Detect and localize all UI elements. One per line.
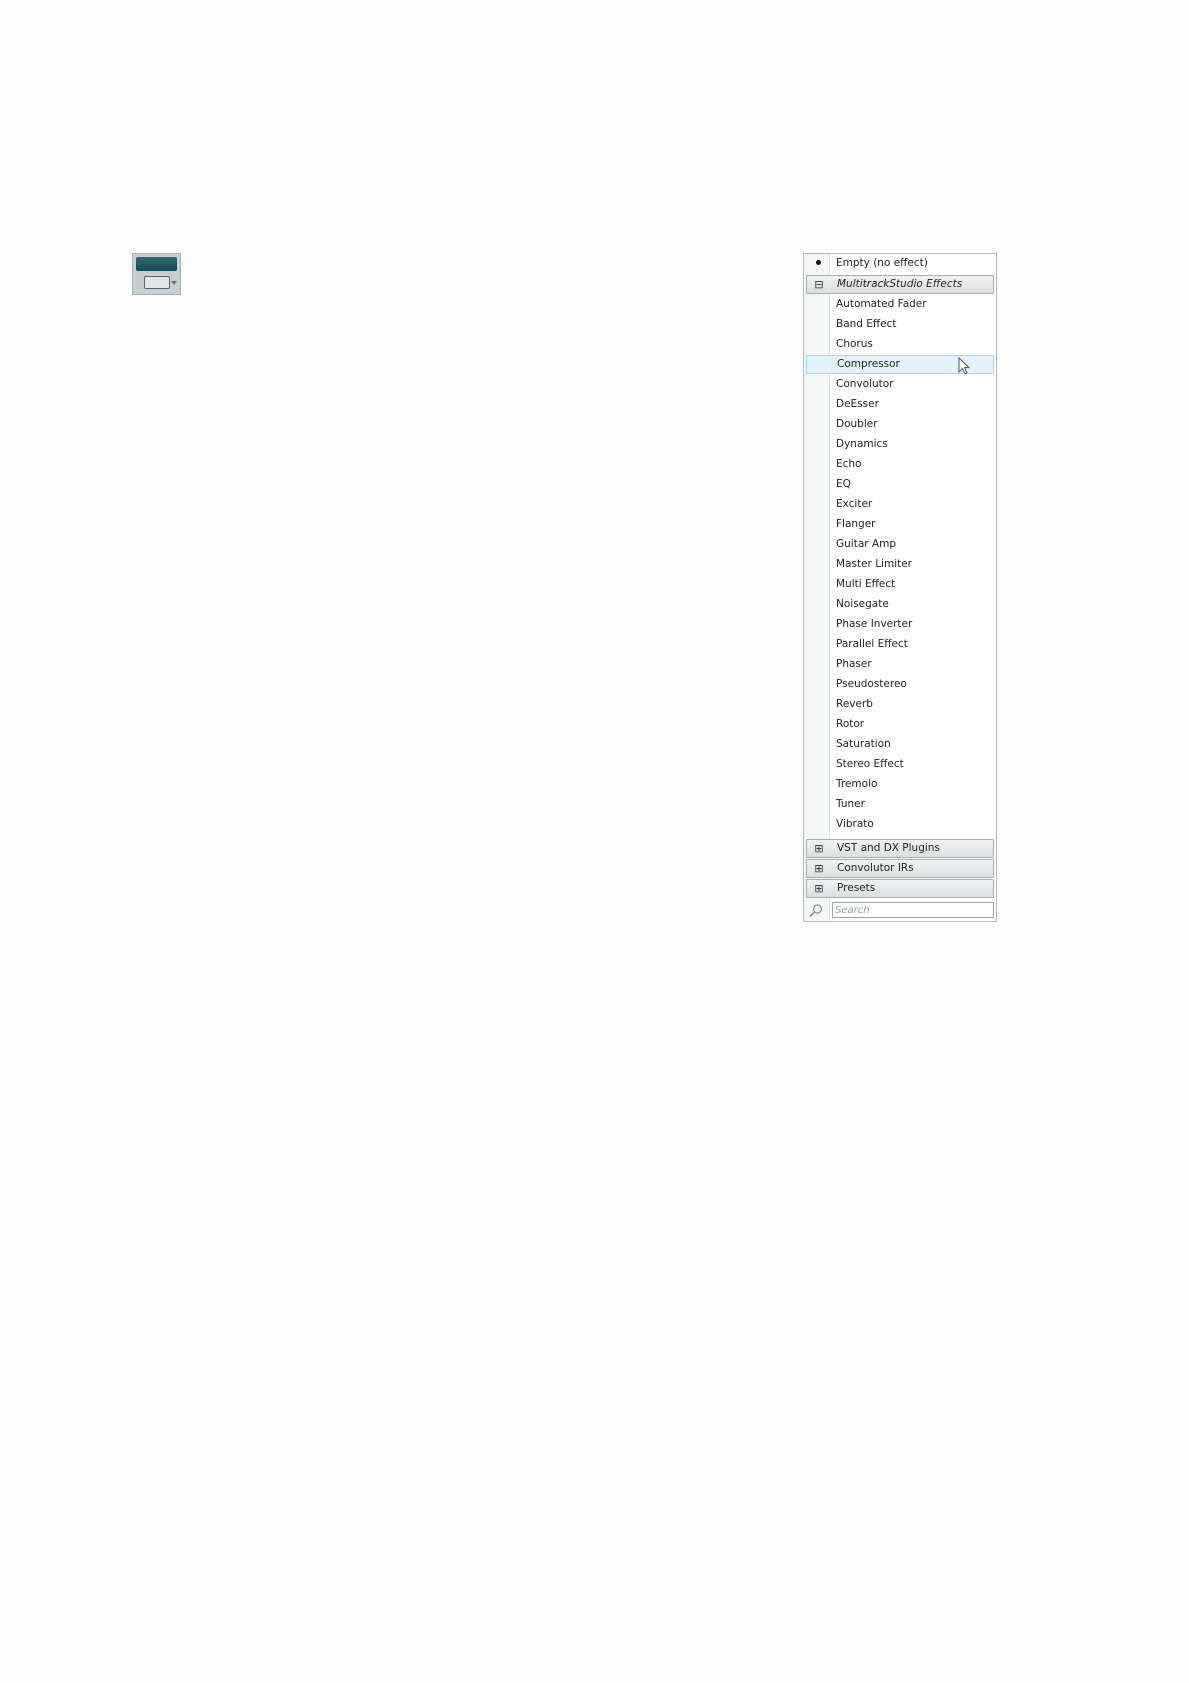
search-row [804, 901, 996, 921]
menu-item-label: Rotor [836, 718, 865, 730]
menu-item-vibrato[interactable]: Vibrato [806, 815, 994, 834]
dropdown-arrow-icon [171, 281, 177, 285]
group-vst-dx-plugins[interactable]: ⊞ VST and DX Plugins [806, 839, 994, 858]
menu-item-label: Band Effect [836, 318, 897, 330]
menu-item-exciter[interactable]: Exciter [806, 495, 994, 514]
menu-item-label: Reverb [836, 698, 873, 710]
menu-item-band-effect[interactable]: Band Effect [806, 315, 994, 334]
group-convolutor-irs[interactable]: ⊞ Convolutor IRs [806, 859, 994, 878]
slot-menu-button[interactable] [144, 276, 170, 289]
menu-item-reverb[interactable]: Reverb [806, 695, 994, 714]
bullet-icon [806, 254, 830, 273]
menu-item-compressor[interactable]: Compressor [806, 355, 994, 375]
insert-slot-widget[interactable] [132, 253, 181, 295]
menu-item-echo[interactable]: Echo [806, 455, 994, 474]
menu-item-label: Pseudostereo [836, 678, 907, 690]
menu-item-label: Exciter [836, 498, 873, 510]
menu-item-empty[interactable]: Empty (no effect) [806, 254, 994, 273]
menu-item-label: Doubler [836, 418, 878, 430]
menu-item-rotor[interactable]: Rotor [806, 715, 994, 734]
menu-item-doubler[interactable]: Doubler [806, 415, 994, 434]
menu-item-label: Multi Effect [836, 578, 896, 590]
menu-item-label: Flanger [836, 518, 876, 530]
collapse-icon[interactable]: ⊟ [807, 276, 831, 293]
menu-item-label: Compressor [837, 358, 900, 370]
menu-item-pseudostereo[interactable]: Pseudostereo [806, 675, 994, 694]
menu-item-multi-effect[interactable]: Multi Effect [806, 575, 994, 594]
menu-item-label: EQ [836, 478, 851, 490]
group-label: VST and DX Plugins [837, 842, 940, 854]
menu-item-label: Chorus [836, 338, 873, 350]
menu-item-label: Noisegate [836, 598, 889, 610]
menu-item-dynamics[interactable]: Dynamics [806, 435, 994, 454]
group-label: Convolutor IRs [837, 862, 914, 874]
expand-icon[interactable]: ⊞ [807, 860, 831, 877]
menu-item-label: Guitar Amp [836, 538, 896, 550]
menu-item-guitar-amp[interactable]: Guitar Amp [806, 535, 994, 554]
menu-item-label: Master Limiter [836, 558, 913, 570]
menu-item-label: Tremolo [836, 778, 878, 790]
menu-item-stereo-effect[interactable]: Stereo Effect [806, 755, 994, 774]
menu-item-label: Saturation [836, 738, 891, 750]
effect-menu: Empty (no effect) ⊟ MultitrackStudio Eff… [803, 253, 997, 922]
menu-item-convolutor[interactable]: Convolutor [806, 375, 994, 394]
group-multitrack-effects[interactable]: ⊟ MultitrackStudio Effects [806, 275, 994, 294]
menu-item-automated-fader[interactable]: Automated Fader [806, 295, 994, 314]
menu-item-phase-inverter[interactable]: Phase Inverter [806, 615, 994, 634]
menu-item-label: Phaser [836, 658, 872, 670]
menu-item-label: DeEsser [836, 398, 879, 410]
mouse-pointer-icon [958, 357, 971, 375]
menu-item-chorus[interactable]: Chorus [806, 335, 994, 354]
menu-item-tremolo[interactable]: Tremolo [806, 775, 994, 794]
menu-item-label: Tuner [836, 798, 865, 810]
menu-item-label: Echo [836, 458, 862, 470]
menu-item-tuner[interactable]: Tuner [806, 795, 994, 814]
search-icon [809, 904, 823, 918]
menu-item-deesser[interactable]: DeEsser [806, 395, 994, 414]
menu-item-label: Parallel Effect [836, 638, 908, 650]
menu-item-label: Automated Fader [836, 298, 927, 310]
menu-item-label: Dynamics [836, 438, 888, 450]
group-presets[interactable]: ⊞ Presets [806, 879, 994, 898]
menu-item-label: Empty (no effect) [836, 257, 928, 269]
menu-item-label: Phase Inverter [836, 618, 913, 630]
expand-icon[interactable]: ⊞ [807, 840, 831, 857]
group-label: Presets [837, 882, 876, 894]
menu-item-label: Vibrato [836, 818, 874, 830]
search-input[interactable] [832, 902, 994, 918]
menu-item-master-limiter[interactable]: Master Limiter [806, 555, 994, 574]
menu-item-parallel-effect[interactable]: Parallel Effect [806, 635, 994, 654]
menu-item-label: Stereo Effect [836, 758, 904, 770]
menu-item-label: Convolutor [836, 378, 894, 390]
menu-item-phaser[interactable]: Phaser [806, 655, 994, 674]
menu-item-saturation[interactable]: Saturation [806, 735, 994, 754]
menu-item-flanger[interactable]: Flanger [806, 515, 994, 534]
expand-icon[interactable]: ⊞ [807, 880, 831, 897]
menu-item-eq[interactable]: EQ [806, 475, 994, 494]
slot-name-bar[interactable] [136, 257, 177, 271]
group-label: MultitrackStudio Effects [837, 278, 963, 290]
menu-item-noisegate[interactable]: Noisegate [806, 595, 994, 614]
